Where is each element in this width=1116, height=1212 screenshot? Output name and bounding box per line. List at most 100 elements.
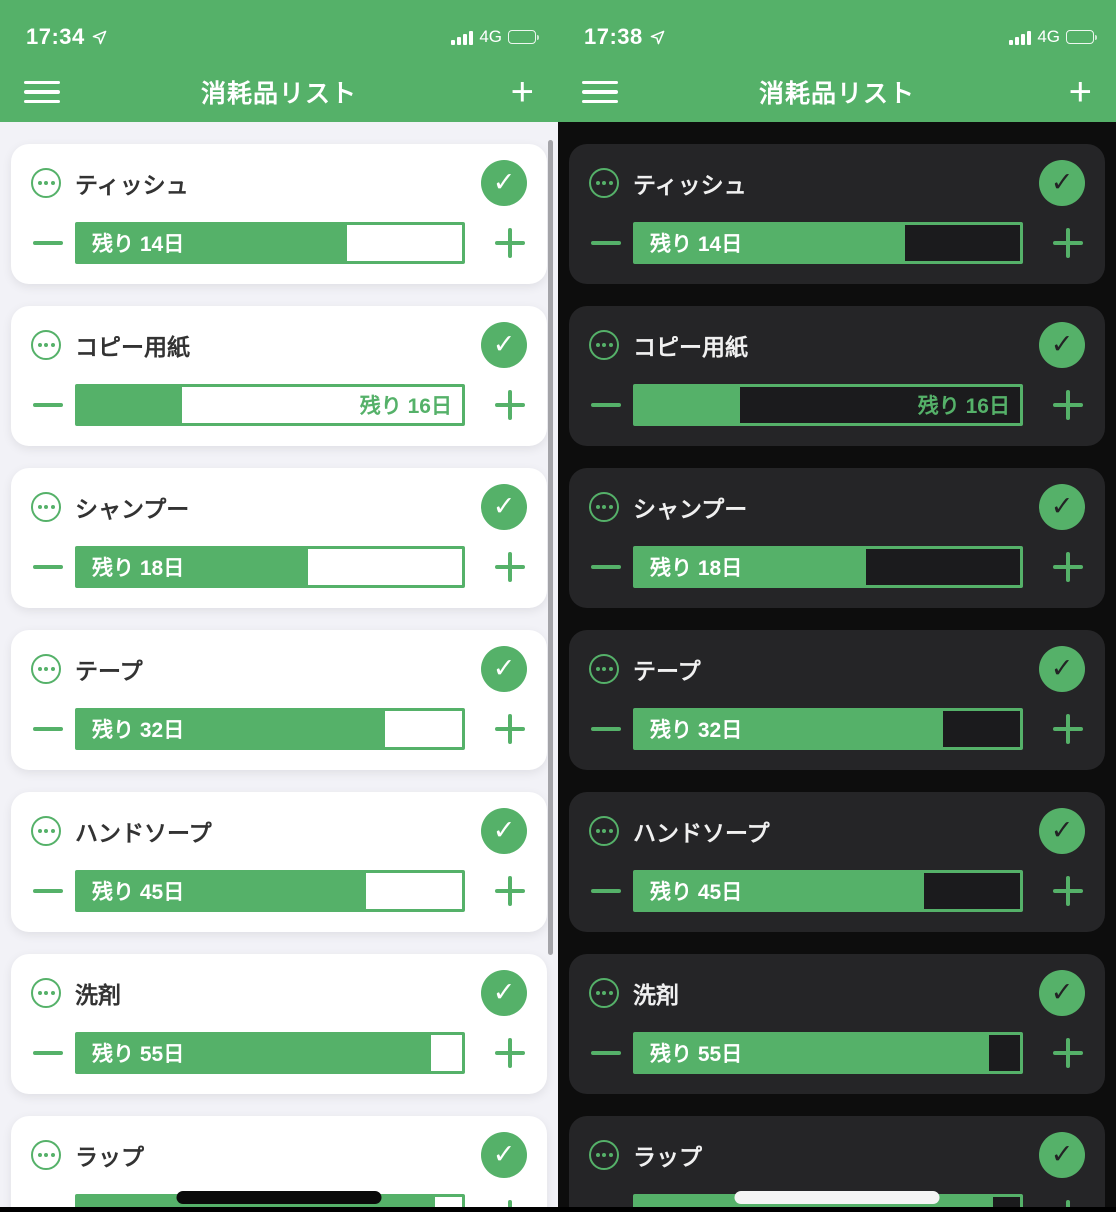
stepper-row: 残り 55日 [589, 1032, 1085, 1074]
increase-button[interactable] [1051, 1032, 1085, 1074]
decrease-button[interactable] [31, 546, 65, 588]
ellipsis-options-icon[interactable] [589, 168, 619, 198]
item-name-label: ハンドソープ [633, 820, 770, 846]
add-item-button[interactable]: + [1069, 72, 1092, 112]
increase-button[interactable] [493, 222, 527, 264]
increase-button[interactable] [493, 384, 527, 426]
ellipsis-options-icon[interactable] [31, 816, 61, 846]
minus-icon [33, 727, 63, 731]
consumable-card: ハンドソープ ✓ 残り 45日 [569, 792, 1105, 932]
page-title: 消耗品リスト [758, 80, 915, 108]
hamburger-menu-icon[interactable] [24, 80, 60, 104]
decrease-button[interactable] [31, 708, 65, 750]
decrease-button[interactable] [31, 222, 65, 264]
checkmark-circle-icon[interactable]: ✓ [481, 970, 527, 1016]
checkmark-circle-icon[interactable]: ✓ [481, 322, 527, 368]
home-indicator[interactable] [176, 1191, 382, 1204]
checkmark-circle-icon[interactable]: ✓ [1039, 484, 1085, 530]
increase-button[interactable] [1051, 222, 1085, 264]
remaining-days-label: 残り 55日 [650, 1043, 743, 1066]
ellipsis-options-icon[interactable] [589, 816, 619, 846]
increase-button[interactable] [493, 870, 527, 912]
ellipsis-options-icon[interactable] [31, 978, 61, 1008]
remaining-days-label: 残り 55日 [92, 1043, 185, 1066]
decrease-button[interactable] [31, 384, 65, 426]
checkmark-circle-icon[interactable]: ✓ [1039, 160, 1085, 206]
ellipsis-options-icon[interactable] [589, 978, 619, 1008]
ellipsis-options-icon[interactable] [589, 330, 619, 360]
ellipsis-options-icon[interactable] [589, 1140, 619, 1170]
item-name-label: 洗剤 [75, 982, 121, 1008]
checkmark-circle-icon[interactable]: ✓ [481, 646, 527, 692]
check-glyph: ✓ [1050, 652, 1074, 683]
check-glyph: ✓ [492, 652, 516, 683]
decrease-button[interactable] [589, 708, 623, 750]
card-header-row: ラップ ✓ [31, 1132, 527, 1178]
app-header: 17:38 4G 消耗品リスト + [558, 0, 1116, 122]
stepper-row: 残り 18日 [589, 546, 1085, 588]
ellipsis-options-icon[interactable] [31, 654, 61, 684]
increase-button[interactable] [493, 708, 527, 750]
increase-button[interactable] [493, 546, 527, 588]
checkmark-circle-icon[interactable]: ✓ [481, 808, 527, 854]
signal-strength-icon [1009, 30, 1032, 45]
item-name-label: テープ [75, 658, 143, 684]
remaining-days-progressbar: 残り 55日 [633, 1032, 1023, 1074]
ellipsis-options-icon[interactable] [589, 492, 619, 522]
stepper-row: 残り 55日 [31, 1032, 527, 1074]
card-header-row: ハンドソープ ✓ [589, 808, 1085, 854]
item-name-label: コピー用紙 [633, 334, 748, 360]
progress-fill [78, 387, 182, 423]
scrollbar[interactable] [548, 140, 553, 955]
network-type-label: 4G [479, 27, 502, 46]
checkmark-circle-icon[interactable]: ✓ [1039, 646, 1085, 692]
stepper-row: 残り 45日 [31, 870, 527, 912]
consumable-card: ティッシュ ✓ 残り 14日 [569, 144, 1105, 284]
increase-button[interactable] [1051, 708, 1085, 750]
check-glyph: ✓ [492, 328, 516, 359]
checkmark-circle-icon[interactable]: ✓ [1039, 970, 1085, 1016]
ellipsis-options-icon[interactable] [31, 1140, 61, 1170]
ellipsis-options-icon[interactable] [31, 330, 61, 360]
item-list: ティッシュ ✓ 残り 14日 コピー用紙 ✓ 残り 16日 シャンプー ✓ 残り 18日 テープ ✓… [0, 122, 558, 1212]
nav-bar: 消耗品リスト + [0, 62, 558, 122]
card-header-row: ティッシュ ✓ [589, 160, 1085, 206]
checkmark-circle-icon[interactable]: ✓ [1039, 322, 1085, 368]
stepper-row: 残り 18日 [31, 546, 527, 588]
decrease-button[interactable] [31, 870, 65, 912]
checkmark-circle-icon[interactable]: ✓ [1039, 808, 1085, 854]
add-item-button[interactable]: + [511, 72, 534, 112]
checkmark-circle-icon[interactable]: ✓ [481, 160, 527, 206]
increase-button[interactable] [1051, 870, 1085, 912]
item-name-label: 洗剤 [633, 982, 679, 1008]
consumable-card: テープ ✓ 残り 32日 [11, 630, 547, 770]
plus-icon-vertical [508, 1038, 512, 1068]
decrease-button[interactable] [589, 870, 623, 912]
decrease-button[interactable] [589, 1032, 623, 1074]
ellipsis-options-icon[interactable] [589, 654, 619, 684]
hamburger-menu-icon[interactable] [582, 80, 618, 104]
remaining-days-label: 残り 32日 [650, 719, 743, 742]
increase-button[interactable] [1051, 546, 1085, 588]
card-header-row: 洗剤 ✓ [31, 970, 527, 1016]
decrease-button[interactable] [589, 384, 623, 426]
plus-icon-vertical [508, 228, 512, 258]
stepper-row: 残り 16日 [31, 384, 527, 426]
checkmark-circle-icon[interactable]: ✓ [481, 1132, 527, 1178]
decrease-button[interactable] [31, 1032, 65, 1074]
ellipsis-options-icon[interactable] [31, 168, 61, 198]
checkmark-circle-icon[interactable]: ✓ [1039, 1132, 1085, 1178]
remaining-days-progressbar: 残り 18日 [633, 546, 1023, 588]
minus-icon [591, 403, 621, 407]
ellipsis-options-icon[interactable] [31, 492, 61, 522]
plus-icon-vertical [1066, 1038, 1070, 1068]
decrease-button[interactable] [589, 222, 623, 264]
increase-button[interactable] [1051, 384, 1085, 426]
plus-icon-vertical [508, 714, 512, 744]
checkmark-circle-icon[interactable]: ✓ [481, 484, 527, 530]
home-indicator[interactable] [734, 1191, 940, 1204]
plus-icon-vertical [508, 552, 512, 582]
card-header-row: 洗剤 ✓ [589, 970, 1085, 1016]
increase-button[interactable] [493, 1032, 527, 1074]
decrease-button[interactable] [589, 546, 623, 588]
